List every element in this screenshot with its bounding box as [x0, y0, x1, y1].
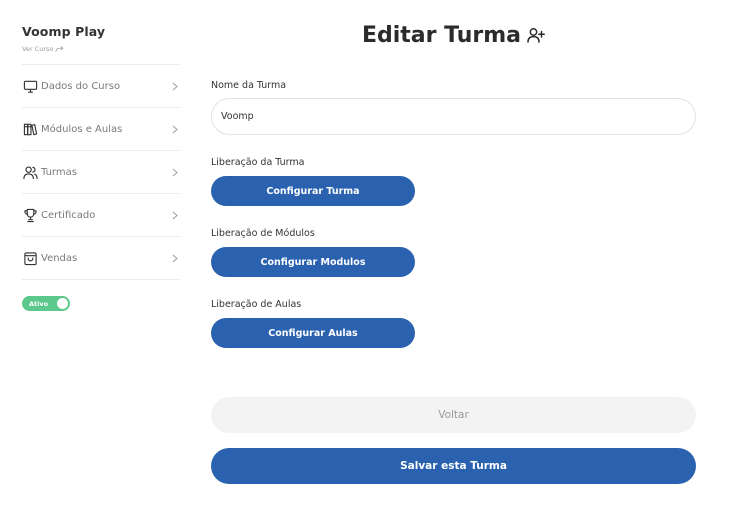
sidebar-item-label: Vendas [41, 252, 78, 264]
page-title: Editar Turma [361, 22, 522, 48]
chevron-right-icon [172, 253, 180, 263]
configurar-turma-button[interactable]: Configurar Turma [211, 176, 415, 206]
monitor-icon [22, 78, 38, 94]
name-field-label: Nome da Turma [211, 80, 287, 91]
chevron-right-icon [172, 81, 180, 91]
configurar-modulos-button[interactable]: Configurar Modulos [211, 247, 415, 277]
back-button[interactable]: Voltar [211, 397, 696, 433]
trophy-icon [22, 207, 38, 223]
sidebar-item-label: Turmas [41, 166, 77, 178]
sidebar-item-label: Certificado [41, 209, 96, 221]
sidebar-nav: Dados do Curso Módulos e Aulas Turmas Ce… [22, 64, 180, 280]
liberacao-modulos-label: Liberação de Módulos [211, 228, 315, 239]
save-class-button[interactable]: Salvar esta Turma [211, 448, 696, 484]
toggle-label: Ativo [29, 299, 49, 308]
sidebar-item-modulos-e-aulas[interactable]: Módulos e Aulas [22, 108, 180, 151]
chevron-right-icon [172, 210, 180, 220]
liberacao-aulas-label: Liberação de Aulas [211, 299, 302, 310]
sidebar-item-certificado[interactable]: Certificado [22, 194, 180, 237]
ver-curso-label: Ver Curso [22, 45, 54, 53]
share-arrow-icon [55, 46, 64, 52]
book-icon [22, 121, 38, 137]
configurar-aulas-button[interactable]: Configurar Aulas [211, 318, 415, 348]
ver-curso-link[interactable]: Ver Curso [22, 44, 180, 54]
shopping-bag-icon [22, 250, 38, 266]
chevron-right-icon [172, 124, 180, 134]
sidebar-item-label: Dados do Curso [41, 80, 121, 92]
status-toggle[interactable]: Ativo [22, 296, 70, 311]
app-root: Voomp Play Ver Curso Dados do Curso Módu… [0, 0, 749, 513]
sidebar-item-vendas[interactable]: Vendas [22, 237, 180, 280]
page-header: Editar Turma [211, 18, 696, 52]
toggle-knob [57, 298, 68, 309]
sidebar-item-turmas[interactable]: Turmas [22, 151, 180, 194]
user-plus-icon [527, 28, 545, 43]
users-icon [22, 164, 38, 180]
liberacao-turma-label: Liberação da Turma [211, 157, 305, 168]
sidebar: Voomp Play Ver Curso Dados do Curso Módu… [22, 24, 180, 311]
class-name-input[interactable] [211, 98, 696, 135]
sidebar-item-label: Módulos e Aulas [41, 123, 123, 135]
brand-name: Voomp Play [22, 24, 106, 39]
chevron-right-icon [172, 167, 180, 177]
sidebar-item-dados-do-curso[interactable]: Dados do Curso [22, 65, 180, 108]
